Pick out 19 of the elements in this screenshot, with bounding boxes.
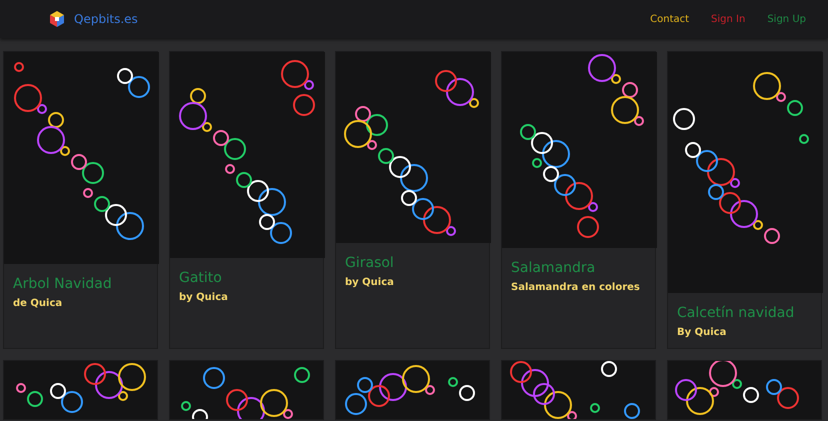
card-author: by Quica — [179, 292, 229, 303]
art-card[interactable]: Calcetín navidad By Quica — [667, 51, 822, 349]
card-title: Calcetín navidad — [677, 305, 796, 321]
card-author: de Quica — [13, 298, 64, 309]
card-author: by Quica — [345, 277, 395, 288]
card-author: By Quica — [677, 327, 728, 338]
card-title: Gatito — [179, 270, 223, 286]
nav-link[interactable]: Sign Up — [767, 14, 806, 24]
card-title: Salamandra — [511, 260, 596, 276]
art-card[interactable]: Girasol by Quica — [335, 51, 490, 349]
art-card[interactable]: Salamandra Salamandra en colores — [501, 51, 656, 349]
art-card[interactable]: Gatito by Quica — [169, 51, 324, 349]
card-title: Girasol — [345, 255, 395, 271]
card-author: Salamandra en colores — [511, 282, 641, 293]
brand-link[interactable]: Qepbits.es — [74, 12, 138, 26]
card-title: Arbol Navidad — [13, 276, 113, 292]
nav-link[interactable]: Contact — [650, 14, 690, 24]
art-card[interactable]: Arbol Navidad de Quica — [3, 51, 158, 349]
cube-logo-icon — [48, 10, 66, 28]
